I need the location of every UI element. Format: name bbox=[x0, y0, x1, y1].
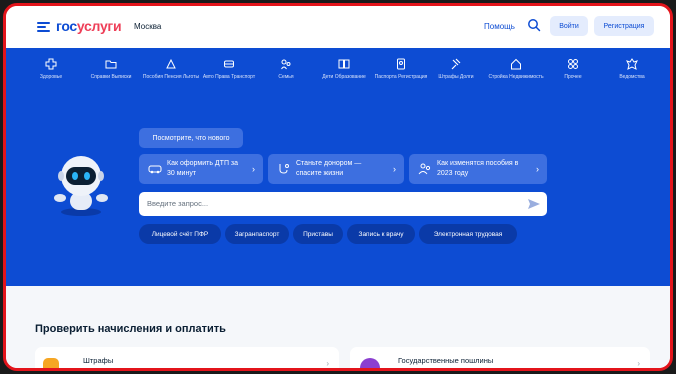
gavel-icon bbox=[451, 58, 461, 70]
category-label: Стройка Недвижимость bbox=[488, 74, 544, 80]
promo-text: Как оформить ДТП за 30 минут bbox=[167, 160, 239, 177]
house-icon bbox=[511, 58, 521, 70]
car-icon bbox=[148, 165, 162, 174]
category-children[interactable]: Дети Образование bbox=[314, 58, 374, 80]
register-button[interactable]: Регистрация bbox=[594, 16, 654, 36]
gosuslugi-logo[interactable]: госуслуги bbox=[56, 18, 122, 34]
promo-card-donor[interactable]: Станьте донором — спасите жизни › bbox=[268, 154, 404, 184]
category-departments[interactable]: Ведомствa bbox=[602, 58, 662, 80]
chevron-right-icon: › bbox=[536, 164, 539, 174]
grid-icon bbox=[568, 59, 578, 69]
login-button[interactable]: Войти bbox=[550, 16, 588, 36]
category-label: Дети Образование bbox=[322, 74, 366, 80]
quick-chip-doctor[interactable]: Запись к врачу bbox=[347, 224, 415, 244]
category-bar: Здоровье Справки Выписки Пособия Пенсия … bbox=[6, 58, 670, 102]
search-input[interactable]: Введите запрос... bbox=[139, 192, 547, 216]
category-fines[interactable]: Штрафы Долги bbox=[426, 58, 486, 80]
emblem-icon bbox=[626, 58, 638, 70]
promo-card-dtp[interactable]: Как оформить ДТП за 30 минут › bbox=[139, 154, 263, 184]
top-header: госуслуги Москва Помощь Войти Регистраци… bbox=[6, 6, 670, 48]
logo-part-uslugi: услуги bbox=[76, 18, 122, 34]
category-passports[interactable]: Паспорта Регистрация bbox=[371, 58, 431, 80]
search-icon[interactable] bbox=[527, 18, 541, 32]
fines-icon bbox=[43, 358, 59, 368]
logo-part-gos: гос bbox=[56, 18, 77, 34]
promo-text: Как изменятся пособия в 2023 году bbox=[437, 160, 519, 177]
promo-card-benefits[interactable]: Как изменятся пособия в 2023 году › bbox=[409, 154, 547, 184]
category-label: Паспорта Регистрация bbox=[374, 74, 428, 80]
category-label: Здоровье bbox=[39, 74, 63, 80]
category-construction[interactable]: Стройка Недвижимость bbox=[486, 58, 546, 80]
state-fees-card[interactable]: Государственные пошлины › bbox=[350, 347, 650, 368]
donor-hand-icon bbox=[279, 164, 289, 174]
quick-chip-pfr[interactable]: Лицевой счёт ПФР bbox=[139, 224, 221, 244]
card-label: Штрафы bbox=[83, 356, 114, 365]
category-family[interactable]: Семья bbox=[256, 58, 316, 80]
chevron-right-icon: › bbox=[637, 359, 640, 368]
category-label: Ведомствa bbox=[619, 74, 645, 80]
family-icon bbox=[281, 59, 291, 70]
city-selector[interactable]: Москва bbox=[134, 22, 161, 31]
folder-icon bbox=[105, 60, 117, 69]
category-benefits[interactable]: Пособия Пенсия Льготы bbox=[141, 58, 201, 80]
quick-chip-passport[interactable]: Загранпаспорт bbox=[225, 224, 289, 244]
health-icon bbox=[45, 58, 57, 70]
quick-chip-workbook[interactable]: Электронная трудовая bbox=[419, 224, 517, 244]
fines-card[interactable]: Штрафы › bbox=[35, 347, 339, 368]
category-auto[interactable]: Авто Права Транспорт bbox=[199, 58, 259, 80]
people-icon bbox=[418, 163, 431, 175]
robot-mascot bbox=[54, 156, 108, 216]
category-health[interactable]: Здоровье bbox=[21, 58, 81, 80]
page-frame: госуслуги Москва Помощь Войти Регистраци… bbox=[3, 3, 673, 371]
book-icon bbox=[338, 59, 350, 69]
car-icon bbox=[224, 60, 234, 68]
state-fees-icon bbox=[360, 358, 380, 368]
chevron-right-icon: › bbox=[393, 164, 396, 174]
category-label: Семья bbox=[278, 74, 294, 80]
category-certificates[interactable]: Справки Выписки bbox=[81, 58, 141, 80]
whats-new-button[interactable]: Посмотрите, что нового bbox=[139, 128, 243, 148]
send-icon[interactable] bbox=[527, 197, 541, 211]
benefits-icon bbox=[166, 58, 176, 69]
category-label: Штрафы Долги bbox=[438, 74, 474, 80]
search-placeholder: Введите запрос... bbox=[147, 199, 209, 208]
promo-text: Станьте донором — спасите жизни bbox=[296, 160, 362, 177]
chevron-right-icon: › bbox=[326, 359, 329, 368]
hero-section: Здоровье Справки Выписки Пособия Пенсия … bbox=[6, 48, 670, 286]
chevron-right-icon: › bbox=[252, 164, 255, 174]
category-label: Справки Выписки bbox=[90, 74, 132, 80]
category-other[interactable]: Прочее bbox=[543, 58, 603, 80]
quick-chip-bailiffs[interactable]: Приставы bbox=[293, 224, 343, 244]
category-label: Прочее bbox=[564, 74, 582, 80]
card-label: Государственные пошлины bbox=[398, 356, 494, 365]
category-label: Авто Права Транспорт bbox=[202, 74, 256, 80]
help-link[interactable]: Помощь bbox=[484, 22, 515, 31]
passport-icon bbox=[397, 58, 405, 70]
payments-section: Проверить начисления и оплатить Штрафы ›… bbox=[6, 286, 670, 368]
menu-icon[interactable] bbox=[37, 22, 50, 32]
category-label: Пособия Пенсия Льготы bbox=[142, 74, 200, 80]
section-title: Проверить начисления и оплатить bbox=[35, 323, 226, 335]
